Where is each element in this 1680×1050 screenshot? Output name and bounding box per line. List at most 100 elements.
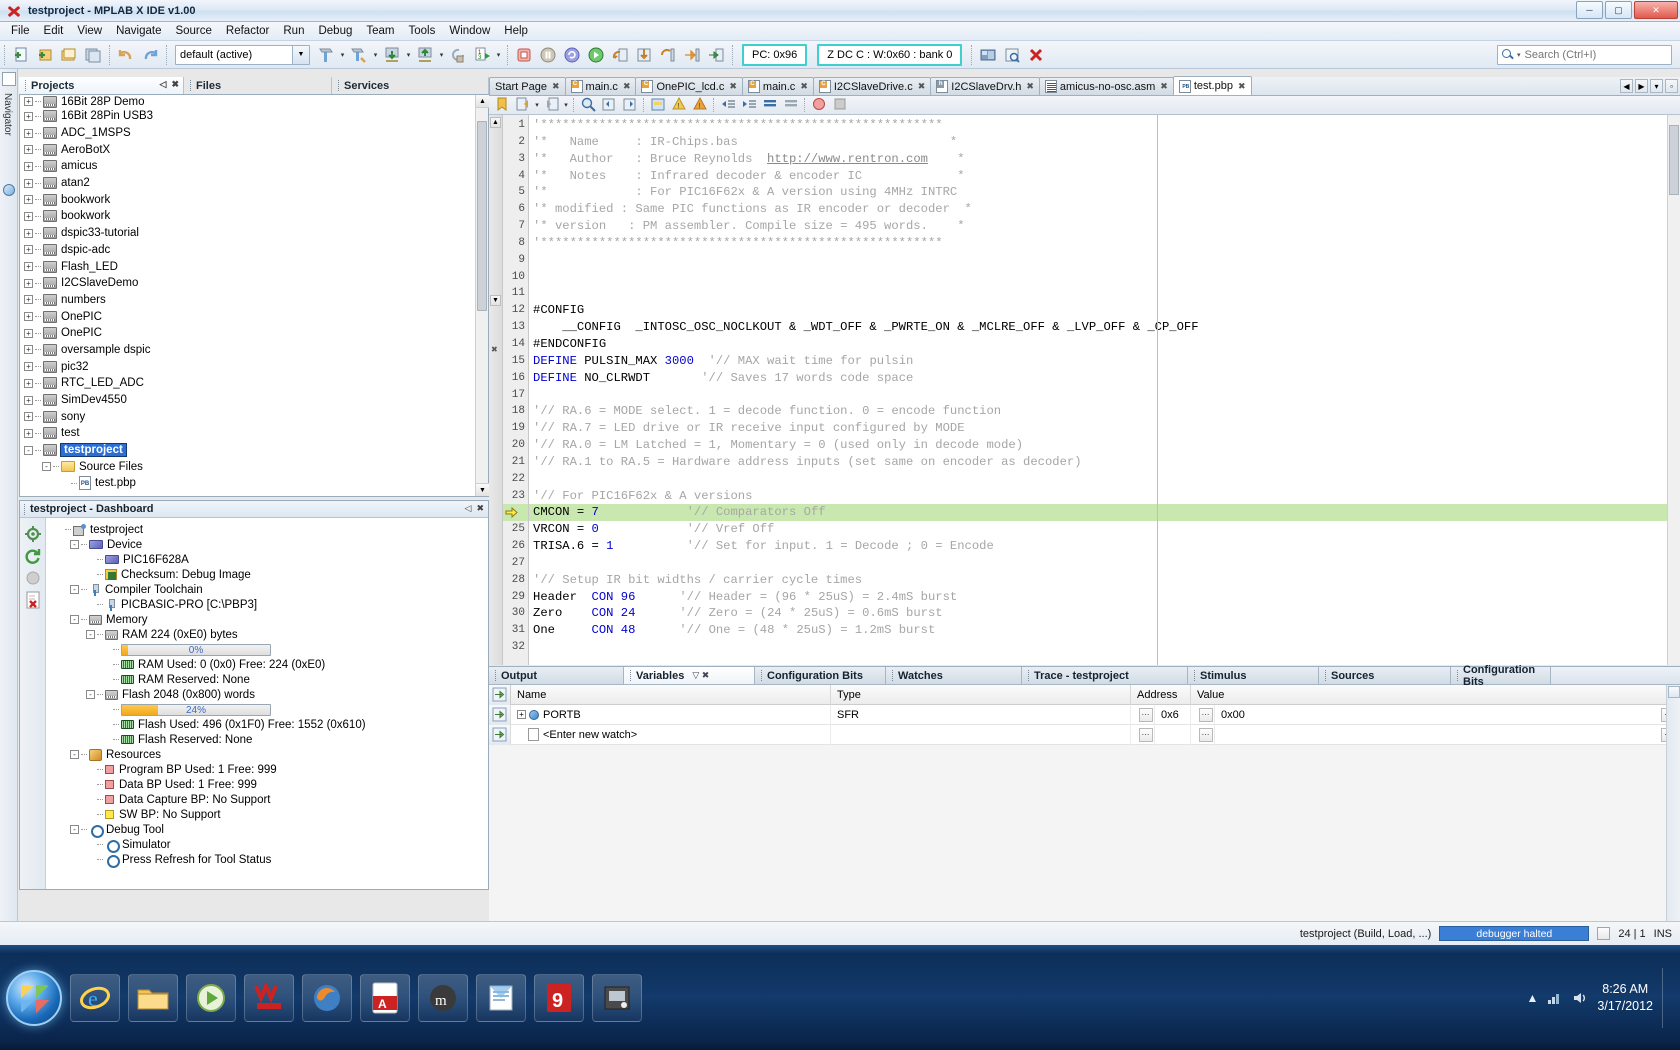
- tab-services[interactable]: Services: [332, 77, 489, 94]
- stop-button[interactable]: [830, 97, 849, 114]
- editor-tab-onepic-lcd-c[interactable]: OnePIC_lcd.c✖: [635, 77, 742, 95]
- dashboard-item[interactable]: Program BP Used: 1 Free: 999: [50, 762, 488, 777]
- dashboard-item[interactable]: Data BP Used: 1 Free: 999: [50, 777, 488, 792]
- build-dropdown-icon[interactable]: ▾: [338, 44, 347, 66]
- code-line[interactable]: Zero CON 24 '// Zero = (24 * 25uS) = 0.6…: [529, 605, 1667, 622]
- expand-icon[interactable]: +: [24, 362, 33, 371]
- line-number[interactable]: 17: [503, 387, 528, 404]
- line-number[interactable]: 30: [503, 605, 528, 622]
- build-project-button[interactable]: [315, 44, 337, 66]
- line-number[interactable]: 2: [503, 134, 528, 151]
- close-tab-icon[interactable]: ✖: [729, 81, 737, 92]
- dashboard-item[interactable]: Checksum: Debug Image: [50, 567, 488, 582]
- dashboard-item[interactable]: PIC16F628A: [50, 552, 488, 567]
- next-error-button[interactable]: !: [690, 97, 709, 114]
- bottom-tab-stimulus[interactable]: Stimulus: [1188, 667, 1319, 684]
- address-picker-button[interactable]: ⋯: [1139, 708, 1153, 722]
- close-tab-icon[interactable]: ✖: [1160, 81, 1168, 92]
- debug-project-button[interactable]: 13: [471, 44, 493, 66]
- code-line[interactable]: '* Author : Bruce Reynolds http://www.re…: [529, 151, 1667, 168]
- notepad-taskbar-icon[interactable]: [476, 974, 526, 1022]
- tree-item[interactable]: +RTC_LED_ADC: [20, 375, 488, 392]
- line-number[interactable]: 9: [503, 252, 528, 269]
- dashboard-item[interactable]: -Flash 2048 (0x800) words: [50, 687, 488, 702]
- finish-debug-button[interactable]: [513, 44, 535, 66]
- close-tab-icon[interactable]: ✖: [1238, 81, 1246, 92]
- tree-item[interactable]: +OnePIC: [20, 325, 488, 342]
- internet-explorer-taskbar-icon[interactable]: e: [70, 974, 120, 1022]
- editor-vertical-scrollbar[interactable]: [1667, 115, 1680, 665]
- scrollbar-thumb[interactable]: [1669, 125, 1679, 195]
- continue-button[interactable]: [585, 44, 607, 66]
- show-hidden-icons-button[interactable]: ▲: [1527, 991, 1539, 1005]
- close-dashboard-icon[interactable]: ✖: [476, 503, 484, 514]
- address-picker-button[interactable]: ⋯: [1139, 728, 1153, 742]
- line-number[interactable]: 4: [503, 168, 528, 185]
- code-line[interactable]: [529, 269, 1667, 286]
- search-input[interactable]: Search (Ctrl+I): [1525, 49, 1597, 61]
- close-tab-icon[interactable]: ✖: [800, 81, 808, 92]
- line-number[interactable]: 22: [503, 471, 528, 488]
- projects-scrollbar[interactable]: ▲ ▼: [475, 95, 488, 496]
- line-number[interactable]: 23: [503, 488, 528, 505]
- line-number[interactable]: 25: [503, 521, 528, 538]
- scrollbar-thumb[interactable]: [477, 121, 487, 311]
- code-line[interactable]: '// RA.1 to RA.5 = Hardware address inpu…: [529, 454, 1667, 471]
- code-line[interactable]: '* Name : IR-Chips.bas *: [529, 134, 1667, 151]
- code-line[interactable]: '* version : PM assembler. Compile size …: [529, 218, 1667, 235]
- expand-icon[interactable]: +: [24, 412, 33, 421]
- project-properties-button[interactable]: [23, 524, 43, 544]
- dashboard-item[interactable]: Simulator: [50, 837, 488, 852]
- close-tab-icon[interactable]: ✖: [918, 81, 926, 92]
- dashboard-item[interactable]: Data Capture BP: No Support: [50, 792, 488, 807]
- code-line[interactable]: '***************************************…: [529, 235, 1667, 252]
- tree-item[interactable]: +dspic33-tutorial: [20, 225, 488, 242]
- line-number[interactable]: 1: [503, 117, 528, 134]
- dashboard-item[interactable]: RAM Used: 0 (0x0) Free: 224 (0xE0): [50, 657, 488, 672]
- line-number[interactable]: 12: [503, 302, 528, 319]
- dashboard-item[interactable]: PICBASIC-PRO [C:\PBP3]: [50, 597, 488, 612]
- shift-line-left-button[interactable]: [718, 97, 737, 114]
- device-datasheet-button[interactable]: [23, 568, 43, 588]
- new-project-button[interactable]: [34, 44, 56, 66]
- step-out-button[interactable]: [657, 44, 679, 66]
- previous-error-button[interactable]: !: [669, 97, 688, 114]
- expand-icon[interactable]: +: [24, 396, 33, 405]
- network-icon[interactable]: [1547, 990, 1563, 1006]
- clean-build-button[interactable]: [348, 44, 370, 66]
- editor-tab-i2cslavedrive-c[interactable]: I2CSlaveDrive.c✖: [813, 77, 931, 95]
- expand-icon[interactable]: +: [24, 162, 33, 171]
- tree-item[interactable]: +oversample dspic: [20, 342, 488, 359]
- line-number[interactable]: 10: [503, 269, 528, 286]
- menu-help[interactable]: Help: [497, 24, 535, 38]
- dashboard-item[interactable]: Flash Used: 496 (0x1F0) Free: 1552 (0x61…: [50, 717, 488, 732]
- previous-bookmark-button[interactable]: [513, 97, 532, 114]
- editor-left-strip[interactable]: ▲ ▼ ✖: [489, 115, 503, 665]
- code-line[interactable]: '* Notes : Infrared decoder & encoder IC…: [529, 168, 1667, 185]
- maximize-editor-button[interactable]: ▫: [1665, 79, 1678, 93]
- menu-source[interactable]: Source: [168, 24, 218, 38]
- editor-tab-main-c[interactable]: main.c✖: [565, 77, 637, 95]
- dashboard-item[interactable]: -Compiler Toolchain: [50, 582, 488, 597]
- close-panel-icon[interactable]: ✖: [702, 670, 710, 680]
- line-number[interactable]: 7: [503, 218, 528, 235]
- new-watch-placeholder[interactable]: <Enter new watch>: [543, 725, 637, 745]
- tab-list-button[interactable]: ▾: [1650, 79, 1663, 93]
- add-watch-row-button[interactable]: [489, 725, 511, 745]
- code-text[interactable]: '***************************************…: [529, 115, 1667, 665]
- navigator-collapse-icon[interactable]: [2, 72, 16, 86]
- minimize-button[interactable]: ─: [1576, 1, 1603, 19]
- pickit-taskbar-icon[interactable]: 9: [534, 974, 584, 1022]
- line-number[interactable]: 8: [503, 235, 528, 252]
- collapse-icon[interactable]: -: [70, 750, 79, 759]
- navigator-strip[interactable]: Navigator: [0, 69, 18, 921]
- expand-icon[interactable]: +: [24, 212, 33, 221]
- expand-icon[interactable]: +: [24, 245, 33, 254]
- code-line[interactable]: [529, 639, 1667, 656]
- set-pc-at-cursor-button[interactable]: [705, 44, 727, 66]
- expand-icon[interactable]: +: [24, 195, 33, 204]
- code-line[interactable]: '// Setup IR bit widths / carrier cycle …: [529, 572, 1667, 589]
- code-line[interactable]: [529, 387, 1667, 404]
- line-number[interactable]: 11: [503, 285, 528, 302]
- mplab-taskbar-icon[interactable]: [244, 974, 294, 1022]
